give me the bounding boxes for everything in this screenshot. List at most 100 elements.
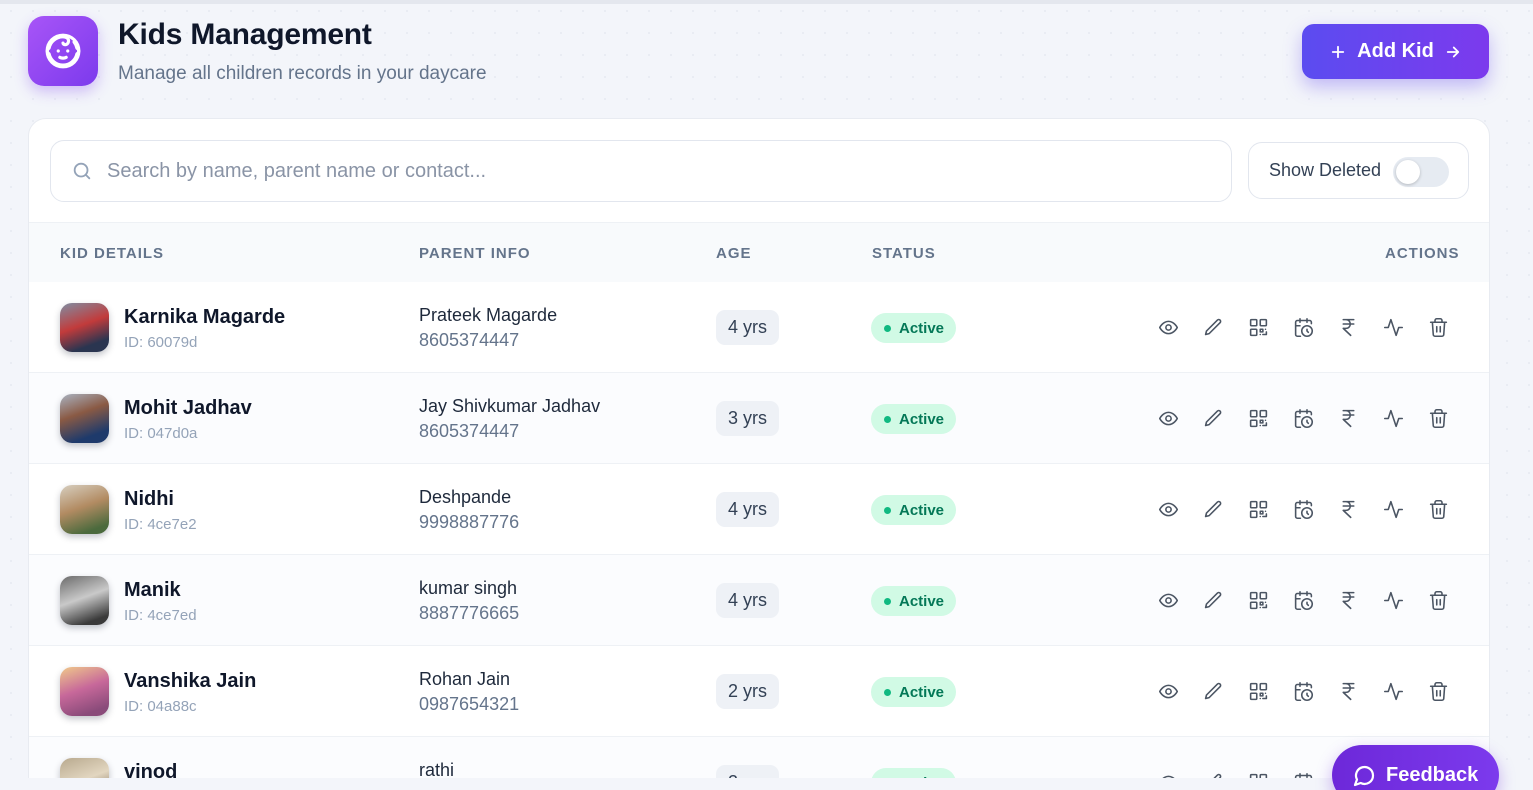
calendar-clock-icon [1294, 499, 1313, 519]
kid-name[interactable]: Mohit Jadhav [124, 397, 252, 420]
avatar [60, 576, 109, 625]
edit-pencil-action-button[interactable] [1202, 407, 1224, 429]
qr-code-action-button[interactable] [1247, 589, 1269, 611]
calendar-clock-icon [1294, 590, 1313, 610]
table-row[interactable]: Mohit Jadhav ID: 047d0a Jay Shivkumar Jadh… [29, 373, 1489, 464]
show-deleted-toggle[interactable] [1393, 157, 1449, 187]
kid-name[interactable]: Vanshika Jain [124, 670, 256, 693]
kid-name[interactable]: Manik [124, 579, 181, 602]
rupee-action-button[interactable] [1337, 498, 1359, 520]
calendar-clock-icon [1294, 317, 1313, 337]
parent-name: kumar singh [419, 578, 518, 598]
rupee-action-button[interactable] [1337, 680, 1359, 702]
status-badge: Active [871, 313, 957, 343]
calendar-clock-action-button[interactable] [1292, 589, 1314, 611]
status-badge: Active [871, 586, 957, 616]
edit-pencil-icon [1204, 318, 1221, 335]
eye-action-button[interactable] [1157, 680, 1179, 702]
eye-action-button[interactable] [1157, 316, 1179, 338]
qr-code-action-button[interactable] [1247, 407, 1269, 429]
avatar [60, 303, 109, 352]
eye-action-button[interactable] [1157, 589, 1179, 611]
edit-pencil-icon [1204, 682, 1221, 699]
table-row[interactable]: Vanshika Jain ID: 04a88c Rohan Jain 0987654… [29, 646, 1489, 737]
trash-icon [1429, 590, 1447, 610]
rupee-icon [1341, 318, 1355, 336]
activity-action-button[interactable] [1382, 680, 1404, 702]
parent-name: Prateek Magarde [419, 305, 558, 325]
trash-icon [1429, 681, 1447, 701]
rupee-action-button[interactable] [1337, 407, 1359, 429]
trash-icon [1429, 317, 1447, 337]
trash-action-button[interactable] [1427, 498, 1449, 520]
column-header-status: STATUS [872, 245, 936, 262]
page-subtitle: Manage all children records in your dayc… [118, 63, 487, 84]
parent-name: Deshpande [419, 487, 512, 507]
eye-action-button[interactable] [1157, 407, 1179, 429]
calendar-clock-icon [1294, 681, 1313, 701]
age-badge: 3 yrs [716, 401, 780, 436]
status-dot [884, 688, 891, 696]
plus-icon [1332, 45, 1345, 58]
page-header: Kids Management Manage all children reco… [28, 16, 1490, 88]
eye-action-button[interactable] [1157, 498, 1179, 520]
add-kid-button[interactable]: Add Kid [1302, 24, 1489, 79]
kid-id: ID: 047d0a [124, 425, 198, 442]
table-row[interactable]: Nidhi ID: 4ce7e2 Deshpande 9998887776 4 yrs A… [29, 464, 1489, 555]
kids-table-card: Show Deleted KID DETAILS PARENT INFO AGE… [28, 118, 1490, 790]
qr-code-action-button[interactable] [1247, 498, 1269, 520]
trash-action-button[interactable] [1427, 316, 1449, 338]
rupee-icon [1341, 682, 1355, 700]
kid-name[interactable]: Nidhi [124, 488, 174, 511]
search-input[interactable] [107, 151, 1187, 191]
trash-action-button[interactable] [1427, 680, 1449, 702]
status-dot [884, 597, 891, 605]
baby-face-icon [28, 16, 98, 86]
activity-action-button[interactable] [1382, 589, 1404, 611]
column-header-age: AGE [716, 245, 752, 262]
avatar [60, 667, 109, 716]
edit-pencil-action-button[interactable] [1202, 316, 1224, 338]
activity-action-button[interactable] [1382, 498, 1404, 520]
edit-pencil-action-button[interactable] [1202, 589, 1224, 611]
activity-action-button[interactable] [1382, 316, 1404, 338]
column-header-actions: ACTIONS [1385, 245, 1460, 262]
calendar-clock-action-button[interactable] [1292, 680, 1314, 702]
calendar-clock-action-button[interactable] [1292, 407, 1314, 429]
top-divider [0, 0, 1533, 4]
table-row[interactable]: Karnika Magarde ID: 60079d Prateek Magarde… [29, 282, 1489, 373]
eye-icon [1158, 320, 1178, 334]
edit-pencil-action-button[interactable] [1202, 498, 1224, 520]
age-badge: 2 yrs [716, 674, 780, 709]
kid-id: ID: 60079d [124, 334, 198, 351]
trash-action-button[interactable] [1427, 589, 1449, 611]
row-actions [1157, 589, 1449, 611]
parent-phone: 9998887776 [419, 512, 520, 532]
search-icon [73, 162, 91, 180]
rupee-action-button[interactable] [1337, 589, 1359, 611]
parent-phone: 8605374447 [419, 421, 520, 441]
table-row[interactable]: Manik ID: 4ce7ed kumar singh 8887776665 4 yr… [29, 555, 1489, 646]
calendar-clock-action-button[interactable] [1292, 498, 1314, 520]
trash-action-button[interactable] [1427, 407, 1449, 429]
qr-code-icon [1249, 682, 1267, 700]
activity-action-button[interactable] [1382, 407, 1404, 429]
column-header-kid-details: KID DETAILS [60, 245, 165, 262]
show-deleted-label: Show Deleted [1269, 160, 1382, 180]
status-badge: Active [871, 677, 957, 707]
qr-code-action-button[interactable] [1247, 680, 1269, 702]
avatar [60, 394, 109, 443]
edit-pencil-action-button[interactable] [1202, 680, 1224, 702]
status-badge: Active [871, 495, 957, 525]
eye-icon [1158, 684, 1178, 698]
parent-phone: 8887776665 [419, 603, 520, 623]
status-badge: Active [871, 404, 957, 434]
qr-code-action-button[interactable] [1247, 316, 1269, 338]
parent-phone: 0987654321 [419, 694, 520, 714]
rupee-action-button[interactable] [1337, 316, 1359, 338]
feedback-button[interactable]: Feedback [1332, 745, 1499, 790]
edit-pencil-icon [1204, 500, 1221, 517]
chat-bubble-icon [1353, 765, 1375, 787]
kid-name[interactable]: Karnika Magarde [124, 306, 285, 329]
calendar-clock-action-button[interactable] [1292, 316, 1314, 338]
